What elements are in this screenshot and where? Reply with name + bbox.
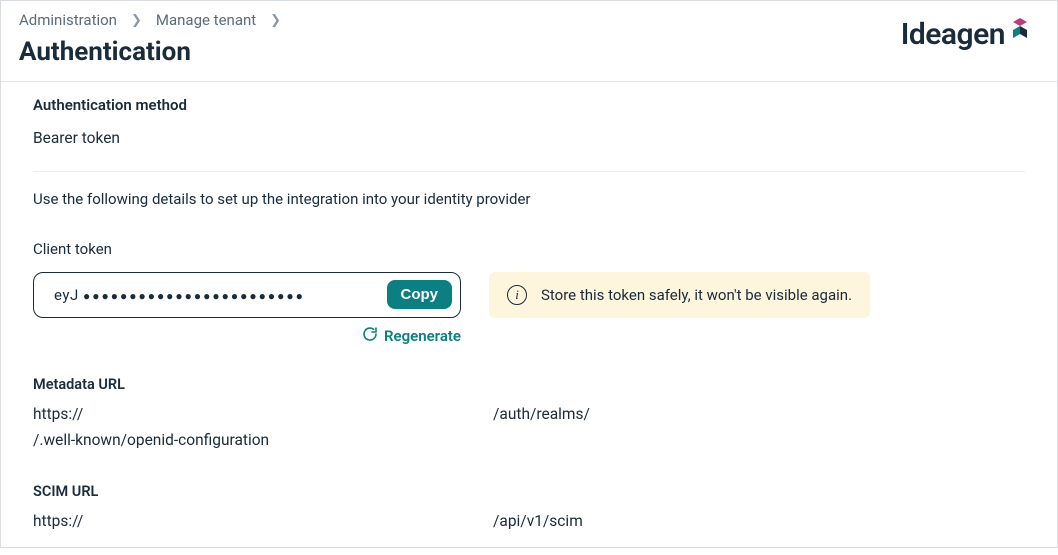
token-safety-alert: i Store this token safely, it won't be v… (489, 272, 870, 318)
regenerate-button[interactable]: Regenerate (33, 326, 461, 346)
client-token-label: Client token (33, 240, 1025, 258)
breadcrumb-manage-tenant[interactable]: Manage tenant (156, 11, 256, 29)
chevron-right-icon: ❯ (270, 13, 281, 28)
metadata-url-label: Metadata URL (33, 376, 1025, 393)
breadcrumb: Administration ❯ Manage tenant ❯ (19, 11, 1039, 29)
brand-logo: Ideagen (901, 17, 1031, 52)
chevron-right-icon: ❯ (131, 13, 142, 28)
info-icon: i (507, 285, 527, 305)
metadata-url-value: https:///auth/realms//.well-known/openid… (33, 401, 1025, 454)
auth-method-value: Bearer token (33, 126, 1025, 151)
breadcrumb-administration[interactable]: Administration (19, 11, 117, 29)
setup-instruction: Use the following details to set up the … (33, 190, 1025, 208)
regenerate-label: Regenerate (384, 327, 461, 345)
copy-button[interactable]: Copy (387, 280, 453, 309)
refresh-icon (362, 326, 378, 346)
page-title: Authentication (19, 37, 1039, 67)
alert-text: Store this token safely, it won't be vis… (541, 286, 852, 304)
brand-name: Ideagen (901, 17, 1005, 52)
brand-mark-icon (1009, 16, 1031, 38)
scim-url-value: https:///api/v1/scim (33, 508, 1025, 534)
client-token-value: eyJ ●●●●●●●●●●●●●●●●●●●●●●●● (54, 286, 305, 304)
auth-method-label: Authentication method (33, 96, 1025, 114)
client-token-field: eyJ ●●●●●●●●●●●●●●●●●●●●●●●● Copy (33, 272, 461, 318)
scim-url-label: SCIM URL (33, 483, 1025, 500)
